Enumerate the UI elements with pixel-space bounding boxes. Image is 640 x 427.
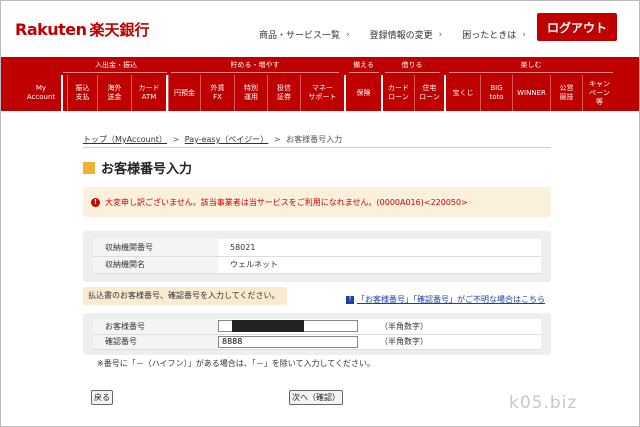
- title-square-icon: [83, 161, 95, 174]
- link-help[interactable]: 困ったときは ›: [462, 28, 526, 42]
- chevron-right-icon: ›: [438, 29, 443, 40]
- nav-item-yen-deposit[interactable]: 円預金: [168, 75, 200, 111]
- nav-item-campaign[interactable]: キャン ペーン 等: [582, 75, 616, 111]
- next-confirm-button[interactable]: 次へ（確認）: [289, 390, 343, 405]
- nav-category-enjoy: 楽しむ: [520, 61, 542, 69]
- logo-en: Rakuten: [15, 19, 87, 39]
- payee-number-label: 収納機関番号: [93, 239, 218, 257]
- chevron-right-icon: ›: [346, 29, 350, 40]
- rakuten-bank-logo[interactable]: Rakuten 楽天銀行: [15, 17, 150, 41]
- nav-categories: 入出金・振込 貯める・増やす 備える 借りる 楽しむ: [1, 57, 639, 73]
- hyphen-note: ※番号に「－（ハイフン）」がある場合は、「－」を除いて入力してください。: [97, 359, 375, 368]
- breadcrumb-current: お客様番号入力: [286, 135, 343, 144]
- nav-item-special[interactable]: 特別 運用: [234, 75, 267, 111]
- table-row: 確認番号 （半角数字）: [93, 334, 541, 350]
- nav-item-public-race[interactable]: 公営 競技: [550, 75, 582, 111]
- nav-category-transfer: 入出金・振込: [95, 61, 137, 69]
- breadcrumb-payeasy[interactable]: Pay-easy（ペイジー）: [185, 135, 269, 144]
- nav-item-money-support[interactable]: マネー サポート: [300, 75, 344, 111]
- nav-item-insurance[interactable]: 保険: [346, 75, 381, 111]
- logout-button[interactable]: ログアウト: [537, 13, 617, 41]
- main-nav: 入出金・振込 貯める・増やす 備える 借りる 楽しむ My Account 振込…: [1, 57, 639, 111]
- chevron-right-icon: ›: [522, 29, 526, 40]
- nav-items: My Account 振込 支払 海外 送金 カード ATM 円預金 外貨 FX…: [1, 75, 639, 111]
- payee-name-label: 収納機関名: [93, 256, 218, 274]
- nav-item-home-loan[interactable]: 住宅 ローン: [414, 75, 444, 111]
- nav-item-card-atm[interactable]: カード ATM: [131, 75, 166, 111]
- payee-number-value: 58021: [218, 239, 541, 257]
- table-row: 収納機関番号 58021: [93, 239, 541, 257]
- nav-item-lottery[interactable]: 宝くじ: [446, 75, 480, 111]
- confirm-number-label: 確認番号: [93, 334, 218, 350]
- page-title: お客様番号入力: [101, 162, 193, 177]
- error-message: 大変申し訳ございません。該当事業者は当サービスをご利用になれません。(0000A…: [105, 197, 468, 207]
- nav-category-insure: 備える: [353, 61, 374, 69]
- input-form-box: お客様番号 （半角数字） 確認番号 （半角数字）: [83, 313, 551, 355]
- nav-item-myaccount[interactable]: My Account: [21, 75, 61, 111]
- divider: [83, 147, 551, 148]
- top-links: 商品・サービス一覧 › 登録情報の変更 › 困ったときは ›: [259, 28, 546, 42]
- question-icon: ?: [346, 295, 354, 304]
- confirm-number-input[interactable]: [218, 335, 358, 348]
- help-link[interactable]: ? 「お客様番号」「確認番号」がご不明な場合はこちら: [346, 294, 545, 305]
- back-button[interactable]: 戻る: [91, 390, 113, 405]
- watermark: k05.biz: [509, 393, 578, 413]
- input-form-table: お客様番号 （半角数字） 確認番号 （半角数字）: [93, 319, 541, 350]
- payee-name-value: ウェルネット: [218, 256, 541, 274]
- instruction-label: 払込書のお客様番号、確認番号を入力してください。: [83, 287, 287, 305]
- customer-number-label: お客様番号: [93, 319, 218, 335]
- nav-category-save: 貯める・増やす: [230, 61, 280, 69]
- page-title-wrap: お客様番号入力: [83, 158, 192, 177]
- nav-item-overseas[interactable]: 海外 送金: [97, 75, 131, 111]
- nav-item-securities[interactable]: 投信 証券: [267, 75, 300, 111]
- table-row: お客様番号 （半角数字）: [93, 319, 541, 335]
- exclamation-icon: !: [91, 197, 100, 207]
- breadcrumb-top[interactable]: トップ（MyAccount）: [83, 135, 167, 144]
- error-message-box: ! 大変申し訳ございません。該当事業者は当サービスをご利用になれません。(000…: [83, 187, 551, 217]
- payee-info-table: 収納機関番号 58021 収納機関名 ウェルネット: [93, 239, 541, 274]
- page-frame: Rakuten 楽天銀行 商品・サービス一覧 › 登録情報の変更 › 困ったとき…: [0, 0, 640, 427]
- nav-category-borrow: 借りる: [401, 61, 423, 69]
- link-services[interactable]: 商品・サービス一覧 ›: [259, 28, 350, 42]
- payee-info-box: 収納機関番号 58021 収納機関名 ウェルネット: [83, 231, 551, 282]
- table-row: 収納機関名 ウェルネット: [93, 256, 541, 274]
- link-registration[interactable]: 登録情報の変更 ›: [370, 28, 443, 42]
- nav-item-transfer[interactable]: 振込 支払: [67, 75, 97, 111]
- nav-item-winner[interactable]: WINNER: [512, 75, 550, 111]
- nav-item-fx[interactable]: 外貨 FX: [200, 75, 234, 111]
- header: Rakuten 楽天銀行 商品・サービス一覧 › 登録情報の変更 › 困ったとき…: [1, 1, 639, 57]
- customer-number-hint: （半角数字）: [368, 319, 541, 335]
- confirm-number-hint: （半角数字）: [368, 334, 541, 350]
- nav-item-card-loan[interactable]: カード ローン: [383, 75, 414, 111]
- breadcrumb: トップ（MyAccount） > Pay-easy（ペイジー） > お客様番号入…: [83, 135, 343, 144]
- redaction-block: [232, 320, 304, 332]
- logo-jp: 楽天銀行: [89, 20, 150, 39]
- nav-item-big-toto[interactable]: BIG toto: [480, 75, 512, 111]
